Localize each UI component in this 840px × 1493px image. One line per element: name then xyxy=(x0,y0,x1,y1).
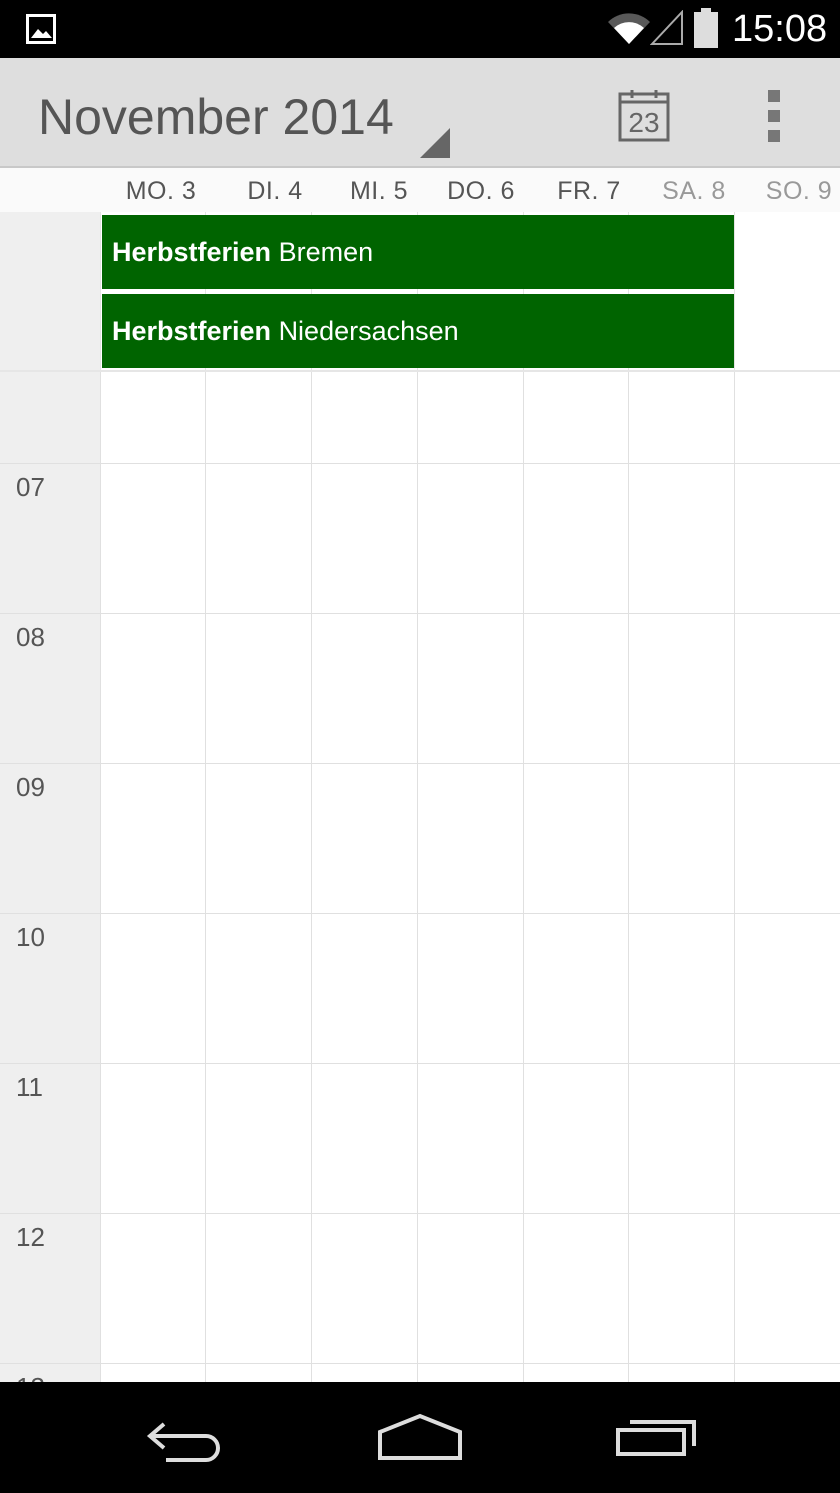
column-divider xyxy=(100,212,101,370)
column-divider xyxy=(311,372,312,1382)
home-button[interactable] xyxy=(376,1408,486,1468)
home-icon xyxy=(378,1413,462,1460)
hour-label: 09 xyxy=(16,772,45,802)
hour-label: 07 xyxy=(16,472,45,502)
signal-icon xyxy=(649,9,684,46)
recents-icon xyxy=(616,1420,696,1456)
gallery-notification-icon xyxy=(26,14,56,44)
all-day-area: Herbstferien Bremen Herbstferien Nieders… xyxy=(0,212,840,372)
battery-icon xyxy=(694,8,718,48)
column-divider xyxy=(628,372,629,1382)
hour-label: 11 xyxy=(16,1072,43,1102)
back-button[interactable] xyxy=(146,1408,256,1468)
day-header-tue[interactable]: DI. 4 xyxy=(222,168,328,212)
day-header-thu[interactable]: DO. 6 xyxy=(428,168,534,212)
hour-line xyxy=(0,913,100,914)
overflow-menu-icon[interactable] xyxy=(762,88,786,144)
action-bar: November 2014 23 xyxy=(0,58,840,168)
hour-line xyxy=(100,1213,840,1214)
hour-label: 12 xyxy=(16,1222,45,1252)
all-day-event[interactable]: Herbstferien Bremen xyxy=(102,215,734,289)
day-header-wed[interactable]: MI. 5 xyxy=(326,168,432,212)
day-header-sun[interactable]: SO. 9 xyxy=(744,168,840,212)
column-divider xyxy=(734,372,735,1382)
event-location: Niedersachsen xyxy=(278,316,459,346)
today-button[interactable]: 23 xyxy=(616,88,672,144)
hour-line xyxy=(100,763,840,764)
time-grid[interactable]: 07 08 09 10 11 12 13 xyxy=(0,372,840,1382)
column-divider xyxy=(734,212,735,370)
hour-line xyxy=(0,463,100,464)
today-day-number: 23 xyxy=(628,107,659,138)
column-divider xyxy=(523,372,524,1382)
hour-label: 13 xyxy=(16,1372,45,1382)
hour-label: 10 xyxy=(16,922,45,952)
recents-button[interactable] xyxy=(614,1408,724,1468)
event-title: Herbstferien xyxy=(112,316,272,346)
hour-line xyxy=(0,1213,100,1214)
hour-line xyxy=(0,1063,100,1064)
back-icon xyxy=(146,1422,220,1462)
hour-label: 08 xyxy=(16,622,45,652)
all-day-event[interactable]: Herbstferien Niedersachsen xyxy=(102,294,734,368)
hour-line xyxy=(0,1363,100,1364)
event-location: Bremen xyxy=(278,237,374,267)
hour-line xyxy=(0,613,100,614)
dropdown-arrow-icon[interactable] xyxy=(420,128,450,158)
column-divider xyxy=(205,372,206,1382)
hour-gutter xyxy=(0,372,100,1382)
column-divider xyxy=(100,372,101,1382)
column-divider xyxy=(417,372,418,1382)
navigation-bar xyxy=(0,1382,840,1493)
hour-line xyxy=(100,463,840,464)
hour-line xyxy=(0,763,100,764)
month-title[interactable]: November 2014 xyxy=(38,88,394,146)
wifi-icon xyxy=(606,10,652,46)
event-title: Herbstferien xyxy=(112,237,272,267)
hour-line xyxy=(100,1363,840,1364)
day-header-sat[interactable]: SA. 8 xyxy=(641,168,747,212)
week-day-header: MO. 3 DI. 4 MI. 5 DO. 6 FR. 7 SA. 8 SO. … xyxy=(0,168,840,213)
all-day-gutter xyxy=(0,212,100,370)
day-header-fri[interactable]: FR. 7 xyxy=(536,168,642,212)
day-header-mon[interactable]: MO. 3 xyxy=(108,168,214,212)
status-time: 15:08 xyxy=(732,8,828,50)
calendar-today-icon: 23 xyxy=(618,90,670,142)
hour-line xyxy=(100,613,840,614)
hour-line xyxy=(100,913,840,914)
status-bar: 15:08 xyxy=(0,0,840,58)
hour-line xyxy=(100,1063,840,1064)
